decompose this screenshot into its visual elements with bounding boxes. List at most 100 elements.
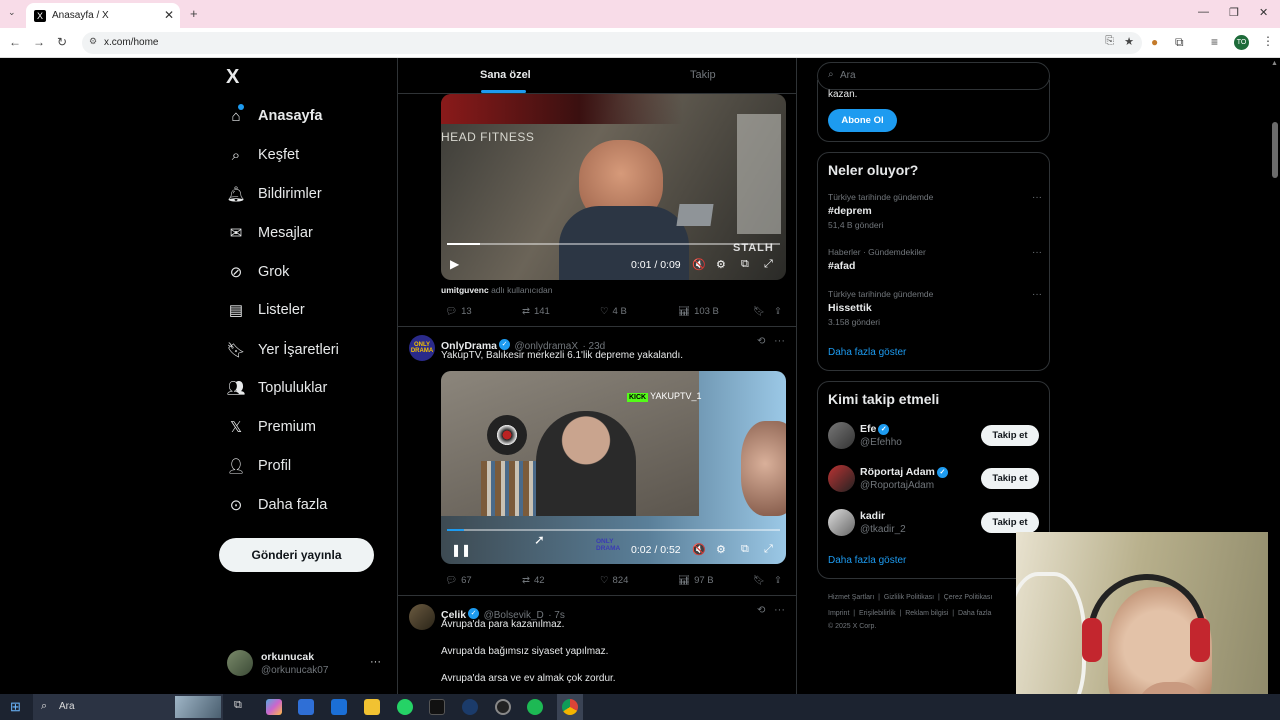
- media-icon[interactable]: ≡: [1211, 35, 1218, 49]
- settings-icon[interactable]: ⚙: [716, 543, 726, 556]
- mute-icon[interactable]: 🔇: [692, 258, 706, 271]
- footer-link[interactable]: Erişilebilirlik: [859, 610, 896, 617]
- nav-item[interactable]: 👤︎ Profil: [226, 454, 291, 478]
- views-action[interactable]: 📊︎ 97 B: [674, 575, 714, 586]
- chrome-taskbar-item[interactable]: [557, 694, 583, 720]
- obs-icon[interactable]: [495, 699, 511, 715]
- footer-link[interactable]: Reklam bilgisi: [905, 610, 948, 617]
- repost-action[interactable]: ⇄ 141: [518, 306, 550, 317]
- outlook-icon[interactable]: [331, 699, 347, 715]
- post-button[interactable]: Gönderi yayınla: [219, 538, 374, 572]
- forward-icon[interactable]: →: [33, 35, 45, 49]
- x-logo-icon[interactable]: X: [226, 66, 239, 89]
- back-icon[interactable]: ←: [9, 35, 21, 49]
- share-icon[interactable]: ⇪: [774, 306, 782, 317]
- nav-item[interactable]: 🔖︎ Yer İşaretleri: [226, 338, 338, 362]
- trend-more-icon[interactable]: ···: [1032, 247, 1042, 258]
- trend-item[interactable]: Türkiye tarihinde gündemde Hissettik 3.158…: [828, 289, 1042, 330]
- nav-item[interactable]: ✉ Mesajlar: [226, 221, 313, 245]
- scroll-up-icon[interactable]: ▲: [1271, 60, 1278, 67]
- trends-show-more[interactable]: Daha fazla göster: [828, 347, 906, 358]
- video-progress-bar[interactable]: [447, 529, 780, 531]
- pip-icon[interactable]: ⧉: [741, 543, 749, 556]
- minimize-icon[interactable]: —: [1198, 6, 1209, 18]
- follow-name[interactable]: Efe ✓: [860, 423, 890, 435]
- store-icon[interactable]: [298, 699, 314, 715]
- share-icon[interactable]: ⇪: [774, 575, 782, 586]
- tweet2-video[interactable]: KICK YAKUPTV_1 ONLY DRAMA ❚❚ 0:02 / 0:52 …: [441, 371, 786, 564]
- grok-icon[interactable]: ⟲: [757, 336, 765, 347]
- follow-name[interactable]: Röportaj Adam ✓: [860, 466, 948, 478]
- like-action[interactable]: ♡ 4 B: [596, 306, 627, 317]
- scrollbar-thumb[interactable]: [1272, 122, 1278, 178]
- start-icon[interactable]: ⊞: [10, 699, 21, 715]
- reply-action[interactable]: 💬︎ 13: [441, 306, 472, 317]
- video-progress-bar[interactable]: [447, 243, 780, 245]
- tweet2-more-icon[interactable]: ···: [774, 335, 785, 347]
- mute-icon[interactable]: 🔇: [692, 543, 706, 556]
- follow-avatar[interactable]: [828, 465, 855, 492]
- trend-item[interactable]: Haberler · Gündemdekiler #afad ···: [828, 247, 1042, 275]
- views-action[interactable]: 📊︎ 103 B: [674, 306, 719, 317]
- browser-tab[interactable]: X Anasayfa / X ✕: [26, 3, 180, 28]
- footer-link[interactable]: Daha fazla: [958, 610, 991, 617]
- pause-icon[interactable]: ❚❚: [451, 543, 471, 557]
- nav-item[interactable]: ⊘ Grok: [226, 260, 290, 284]
- nav-item[interactable]: ▤ Listeler: [226, 298, 305, 322]
- file-explorer-icon[interactable]: [364, 699, 380, 715]
- like-action[interactable]: ♡ 824: [596, 575, 628, 586]
- task-view-icon[interactable]: ⧉: [234, 699, 242, 712]
- fullscreen-icon[interactable]: ⤢: [764, 543, 773, 556]
- subscribe-button[interactable]: Abone Ol: [828, 109, 897, 132]
- bookmark-star-icon[interactable]: ★: [1124, 35, 1134, 48]
- menu-kebab-icon[interactable]: ⋮: [1262, 34, 1274, 48]
- footer-link[interactable]: Gizlilik Politikası: [884, 594, 934, 601]
- restore-icon[interactable]: ❐: [1229, 6, 1239, 19]
- follow-button[interactable]: Takip et: [981, 425, 1039, 446]
- follow-name[interactable]: kadir: [860, 510, 885, 522]
- spotify-icon[interactable]: [527, 699, 543, 715]
- window-close-icon[interactable]: ✕: [1259, 6, 1268, 19]
- follow-button[interactable]: Takip et: [981, 512, 1039, 533]
- account-avatar[interactable]: [227, 650, 253, 676]
- footer-link[interactable]: Çerez Politikası: [944, 594, 993, 601]
- taskbar-search[interactable]: ⌕ Ara: [33, 694, 223, 720]
- nav-item[interactable]: 🔔︎ Bildirimler: [226, 182, 321, 206]
- attribution-user[interactable]: umitguvenc: [441, 285, 489, 295]
- grok-icon[interactable]: ⟲: [757, 605, 765, 616]
- nav-item[interactable]: 𝕏 Premium: [226, 415, 316, 439]
- footer-link[interactable]: Imprint: [828, 610, 849, 617]
- address-bar[interactable]: ⚙ x.com/home ⎘ ★: [82, 32, 1142, 54]
- follow-button[interactable]: Takip et: [981, 468, 1039, 489]
- tweet1-video[interactable]: HEAD FITNESS STALH ▶ 0:01 / 0:09 🔇 ⚙ ⧉ ⤢: [441, 94, 786, 280]
- epic-games-icon[interactable]: [429, 699, 445, 715]
- repost-action[interactable]: ⇄ 42: [518, 575, 545, 586]
- tab-for-you[interactable]: Sana özel: [480, 69, 531, 81]
- whatsapp-icon[interactable]: [397, 699, 413, 715]
- trend-more-icon[interactable]: ···: [1032, 289, 1042, 300]
- puzzle-icon[interactable]: ⧉: [1175, 35, 1184, 50]
- tab-close-icon[interactable]: ✕: [164, 8, 174, 22]
- bookmark-icon[interactable]: 🔖︎: [753, 575, 765, 586]
- nav-item[interactable]: ⊙ Daha fazla: [226, 493, 328, 517]
- fullscreen-icon[interactable]: ⤢: [764, 258, 773, 271]
- copilot-icon[interactable]: [266, 699, 282, 715]
- account-more-icon[interactable]: ···: [370, 656, 381, 668]
- site-info-icon[interactable]: ⚙: [89, 36, 97, 47]
- nav-item[interactable]: ⌕ Keşfet: [226, 143, 299, 167]
- reload-icon[interactable]: ↻: [57, 35, 67, 49]
- tweet3-more-icon[interactable]: ···: [774, 604, 785, 616]
- install-app-icon[interactable]: ⎘: [1105, 35, 1114, 48]
- account-name[interactable]: orkunucak: [261, 651, 314, 663]
- follow-show-more[interactable]: Daha fazla göster: [828, 555, 906, 566]
- bookmark-icon[interactable]: 🔖︎: [753, 306, 765, 317]
- play-icon[interactable]: ▶: [450, 257, 459, 271]
- settings-icon[interactable]: ⚙: [716, 258, 726, 271]
- profile-avatar[interactable]: TO: [1234, 35, 1249, 50]
- footer-link[interactable]: Hizmet Şartları: [828, 594, 874, 601]
- reply-action[interactable]: 💬︎ 67: [441, 575, 472, 586]
- tab-following[interactable]: Takip: [690, 69, 716, 81]
- follow-avatar[interactable]: [828, 509, 855, 536]
- trend-item[interactable]: Türkiye tarihinde gündemde #deprem 51,4 B …: [828, 192, 1042, 233]
- nav-item[interactable]: 👥︎ Topluluklar: [226, 376, 327, 400]
